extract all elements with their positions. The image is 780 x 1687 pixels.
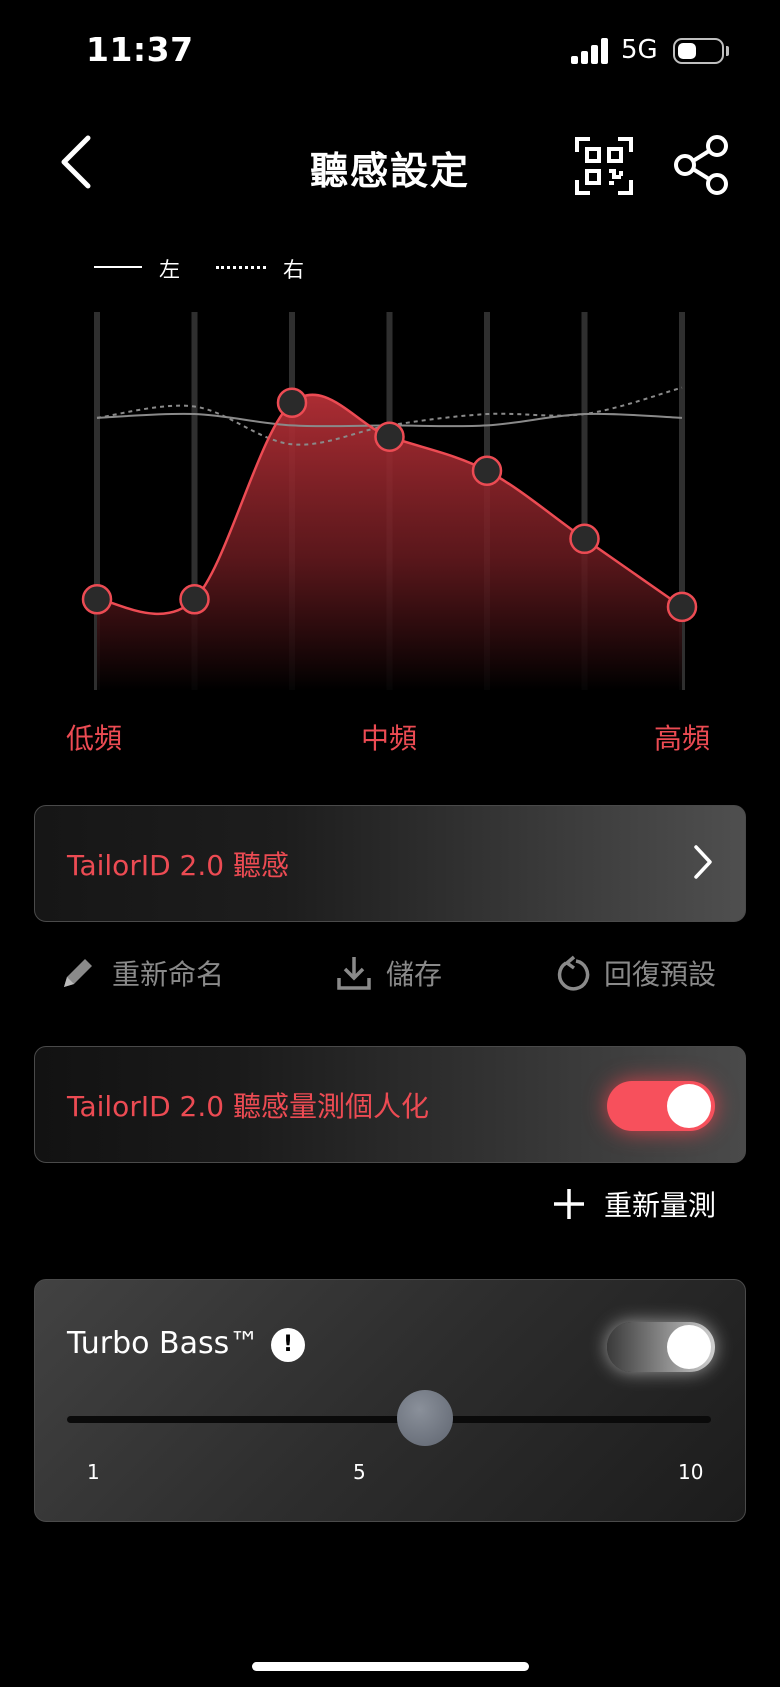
turbo-bass-card: Turbo Bass™ ! 1 5 10 — [34, 1279, 746, 1522]
rename-label: 重新命名 — [112, 958, 225, 991]
legend-left-line — [94, 266, 142, 268]
cellular-signal-icon — [571, 38, 609, 64]
bass-slider-thumb[interactable] — [397, 1390, 453, 1446]
band-label-high: 高頻 — [654, 722, 711, 755]
slider-mid-label: 5 — [353, 1460, 366, 1484]
chevron-right-icon — [691, 842, 715, 882]
turbo-bass-toggle[interactable] — [607, 1322, 715, 1372]
share-icon[interactable] — [672, 134, 730, 196]
eq-point[interactable] — [569, 523, 600, 555]
home-indicator — [252, 1662, 529, 1671]
battery-tip — [726, 46, 729, 56]
personalization-toggle[interactable] — [607, 1081, 715, 1131]
reset-icon — [557, 955, 590, 991]
profile-label: TailorID 2.0 聽感 — [67, 849, 289, 882]
exclamation-icon[interactable]: ! — [271, 1328, 305, 1362]
rename-button[interactable]: 重新命名 — [58, 948, 224, 998]
remeasure-button[interactable]: 重新量測 — [552, 1184, 716, 1224]
battery-icon — [673, 38, 724, 64]
save-button[interactable]: 儲存 — [336, 948, 442, 998]
eq-point[interactable] — [666, 591, 698, 623]
personalization-card: TailorID 2.0 聽感量測個人化 — [34, 1046, 746, 1163]
eq-point[interactable] — [471, 455, 503, 487]
eq-point[interactable] — [179, 584, 210, 615]
slider-min-label: 1 — [87, 1460, 100, 1484]
bass-slider-track[interactable] — [67, 1416, 711, 1423]
status-time: 11:37 — [86, 30, 194, 69]
eq-chart[interactable] — [0, 300, 780, 700]
download-icon — [337, 957, 371, 990]
profile-card[interactable]: TailorID 2.0 聽感 — [34, 805, 746, 922]
plus-icon — [554, 1189, 584, 1219]
reset-label: 回復預設 — [604, 958, 717, 991]
save-label: 儲存 — [386, 958, 443, 991]
eq-point[interactable] — [81, 584, 113, 615]
eq-point[interactable] — [374, 421, 405, 452]
turbo-bass-title: Turbo Bass™ — [67, 1326, 260, 1361]
band-label-mid: 中頻 — [361, 722, 418, 755]
legend-left-label: 左 — [159, 258, 180, 282]
slider-max-label: 10 — [678, 1460, 704, 1484]
personalization-label: TailorID 2.0 聽感量測個人化 — [67, 1090, 429, 1123]
eq-point[interactable] — [276, 387, 308, 418]
legend-right-label: 右 — [283, 258, 304, 282]
qr-code-icon[interactable] — [574, 136, 634, 196]
legend-right-line — [216, 266, 266, 269]
page-title: 聽感設定 — [309, 149, 470, 193]
remeasure-label: 重新量測 — [604, 1189, 717, 1222]
reset-button[interactable]: 回復預設 — [556, 948, 716, 998]
pencil-icon — [64, 959, 92, 987]
network-type: 5G — [621, 35, 658, 65]
band-label-low: 低頻 — [66, 722, 123, 755]
